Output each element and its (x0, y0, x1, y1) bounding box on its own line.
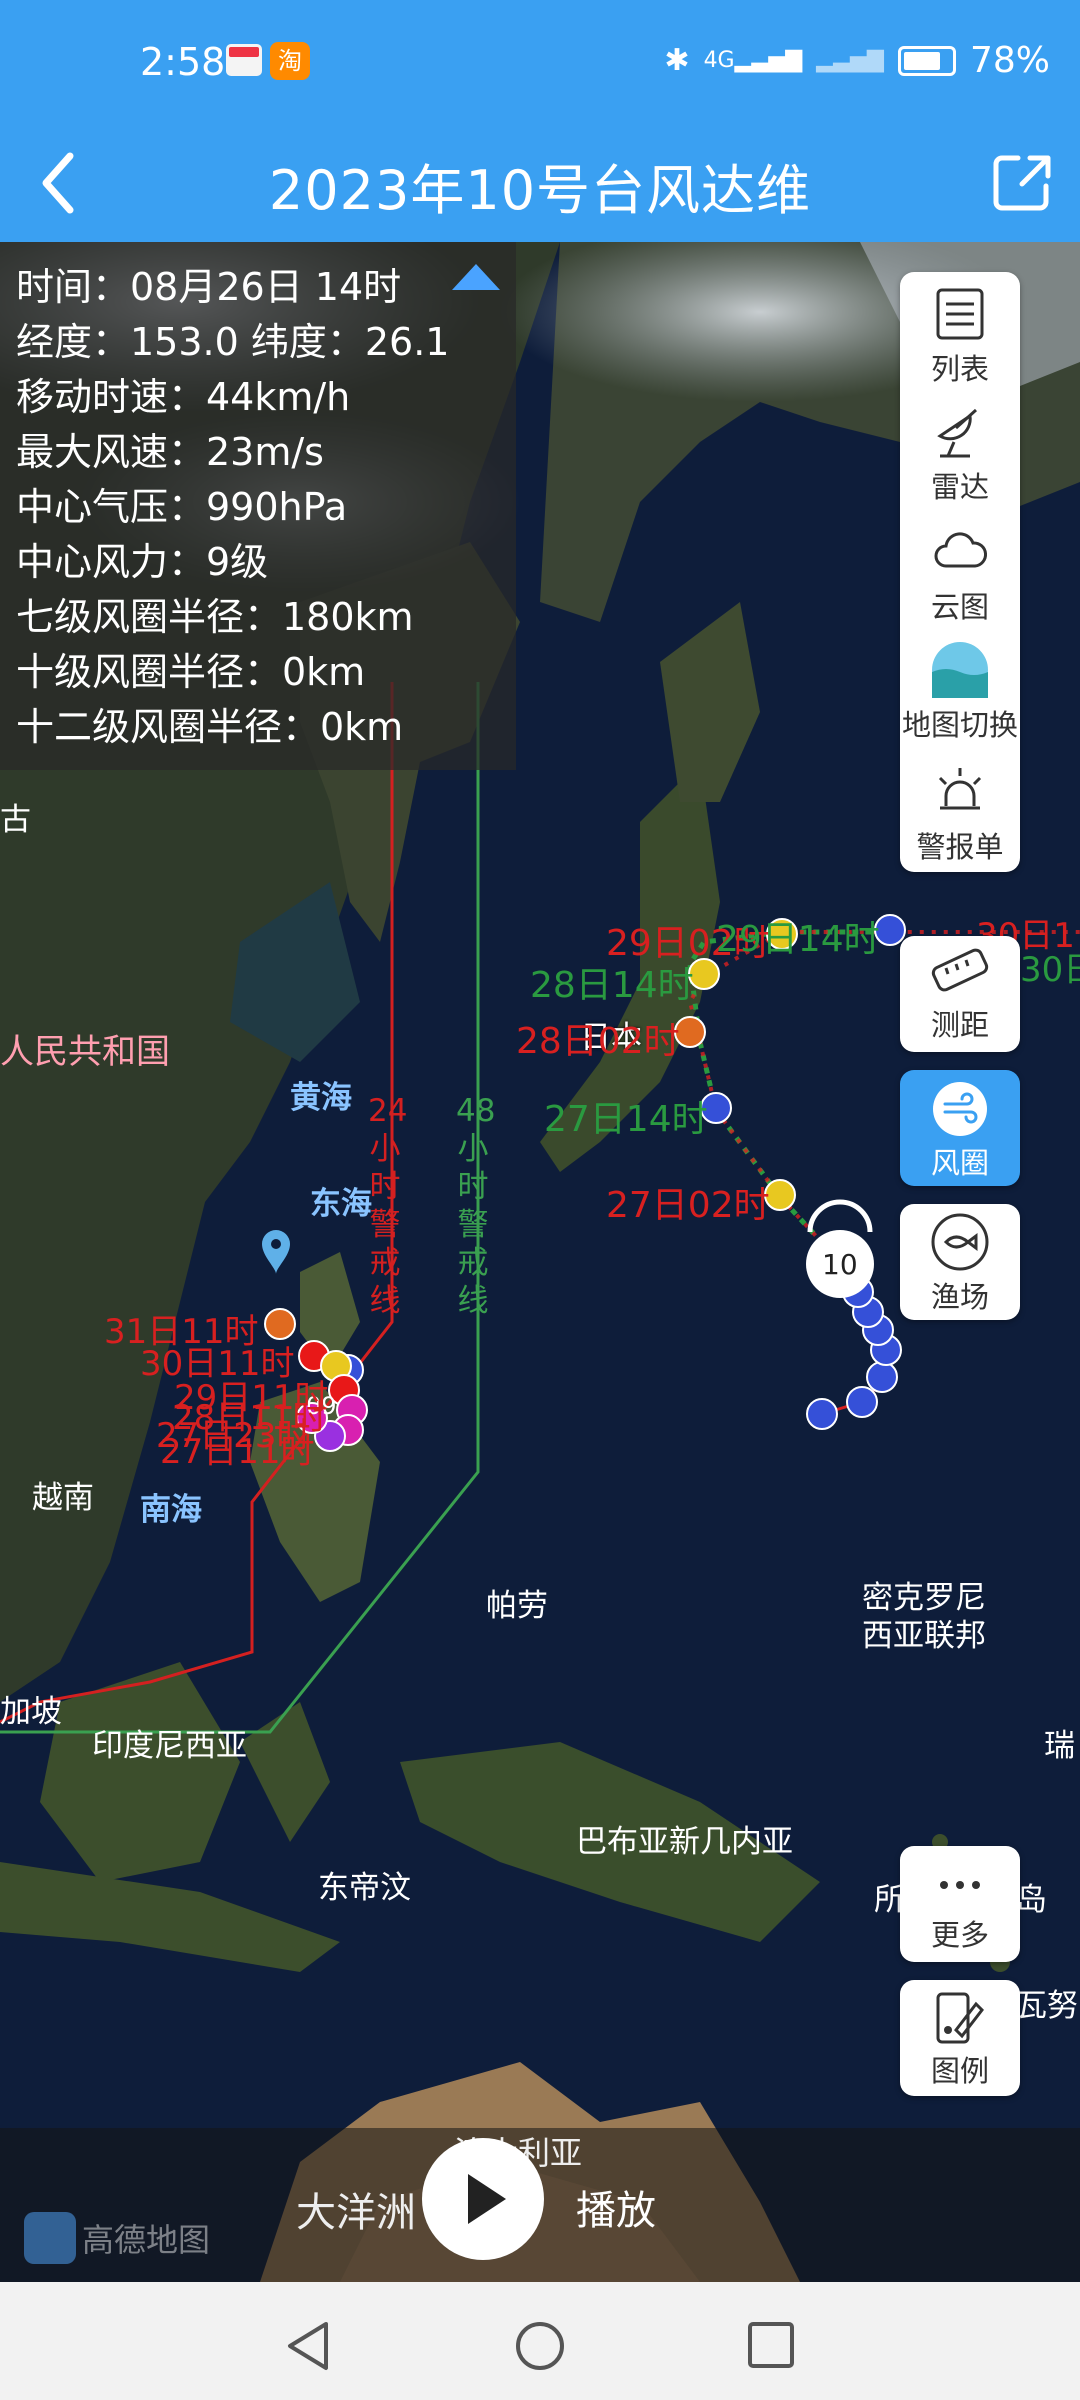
info-wind-force: 中心风力：9级 (16, 540, 269, 584)
fishery-label: 渔场 (930, 1280, 989, 1314)
info-max-wind: 最大风速：23m/s (16, 430, 324, 474)
map-label-mongolia: 古 (0, 802, 31, 838)
map-provider-logo: 高德地图 (24, 2212, 210, 2264)
map-tools-panel: 列表 雷达 云图 地图切换 警报单 (900, 272, 1020, 872)
wind-icon (933, 1082, 987, 1136)
map-label-east-sea: 东海 (310, 1186, 372, 1222)
page-title: 2023年10号台风达维 (268, 159, 812, 222)
legend-icon (936, 1992, 984, 2044)
map-switch-label: 地图切换 (901, 708, 1018, 742)
nav-recents-icon[interactable] (740, 2318, 800, 2374)
play-button[interactable] (422, 2138, 544, 2260)
radar-label: 雷达 (930, 470, 989, 504)
radar-icon (937, 408, 978, 458)
wind-circle-label: 风圈 (930, 1146, 989, 1180)
play-label[interactable]: 播放 (576, 2178, 656, 2236)
typhoon-info-panel: 时间：08月26日 14时 经度：153.0 纬度：26.1 移动时速：44km… (0, 242, 516, 770)
more-label: 更多 (930, 1918, 989, 1952)
legend-button[interactable]: 图例 (900, 1980, 1020, 2096)
map-label-oceania: 大洋洲 (296, 2190, 416, 2236)
cloud-button[interactable]: 云图 (900, 522, 1020, 626)
track-label: 27日14时 (544, 1099, 708, 1140)
map-label-island: 岛 (1016, 1882, 1047, 1918)
map-label-ruirui: 瑞 (1044, 1728, 1075, 1764)
wind-circle-button[interactable]: 风圈 (900, 1070, 1020, 1186)
info-pressure: 中心气压：990hPa (16, 485, 348, 529)
map-label-yellow-sea: 黄海 (290, 1080, 352, 1116)
wind-circle-content: 风圈 (900, 1080, 1020, 1182)
info-position: 经度：153.0 纬度：26.1 (16, 320, 450, 364)
status-time: 2:58 (140, 40, 226, 84)
measure-label: 测距 (930, 1008, 989, 1042)
warning-24h-label: 24小时警戒线 (368, 1093, 408, 1319)
nav-back-icon[interactable] (280, 2318, 340, 2374)
signal-4g-icon: 4G▂▃▅▇ (703, 48, 803, 73)
fishery-button[interactable]: 渔场 (900, 1204, 1020, 1320)
map-label-micronesia-2: 西亚联邦 (862, 1618, 986, 1654)
alarm-light-icon (938, 768, 982, 810)
map-label-china: 人民共和国 (0, 1032, 170, 1072)
nav-home-icon[interactable] (510, 2318, 570, 2374)
track-label: 29日14时 (716, 919, 880, 960)
info-time: 时间：08月26日 14时 (16, 265, 402, 309)
share-icon[interactable] (982, 142, 1062, 222)
map-label-indonesia: 印度尼西亚 (92, 1728, 247, 1764)
map-label-south-sea: 南海 (140, 1492, 202, 1528)
cloud-icon (934, 532, 988, 568)
list-icon (936, 288, 984, 340)
radar-button[interactable]: 雷达 (900, 402, 1020, 506)
map-label-singapore: 加坡 (0, 1694, 62, 1730)
battery-percent: 78% (969, 40, 1050, 81)
map-label-vietnam: 越南 (32, 1480, 94, 1516)
play-bar: 澳大利亚 大洋洲 播放 高德地图 (0, 2128, 1080, 2282)
alert-label: 警报单 (916, 830, 1004, 864)
fishery-content: 渔场 (900, 1212, 1020, 1316)
typhoon-number-label: 10 (822, 1248, 858, 1281)
map-label-vanuatu: 瓦努 (1016, 1988, 1078, 2024)
map-switch-icon (932, 642, 988, 698)
track-label: 28日02时 (516, 1021, 680, 1062)
collapse-arrow-icon[interactable] (452, 264, 500, 290)
measure-content: 测距 (900, 944, 1020, 1044)
list-label: 列表 (930, 352, 989, 386)
battery-icon (897, 45, 956, 76)
more-content: 更多 (900, 1860, 1020, 1954)
more-dots-icon (940, 1881, 980, 1889)
track-label: 30日 (1020, 950, 1080, 990)
map-provider-label: 高德地图 (82, 2221, 211, 2259)
legend-label: 图例 (930, 2054, 989, 2088)
cloud-label: 云图 (930, 590, 989, 624)
info-r12: 十二级风圈半径：0km (16, 705, 404, 749)
map-label-png: 巴布亚新几内亚 (576, 1824, 793, 1860)
legend-content: 图例 (900, 1990, 1020, 2090)
info-r10: 十级风圈半径：0km (16, 650, 366, 694)
more-button[interactable]: 更多 (900, 1846, 1020, 1962)
ruler-icon (931, 948, 989, 992)
track-label: 27日11时 (160, 1432, 315, 1472)
calendar-app-icon (226, 44, 262, 76)
taobao-app-icon: 淘 (270, 42, 310, 80)
warning-48h-label: 48小时警戒线 (456, 1093, 496, 1319)
signal-2-icon: ▂▃▅▇ (816, 48, 884, 73)
track-label: 27日02时 (606, 1185, 770, 1226)
title-bar: 2023年10号台风达维 (0, 130, 1080, 242)
map-label-palau: 帕劳 (486, 1588, 548, 1624)
alert-button[interactable]: 警报单 (900, 762, 1020, 866)
info-r7: 七级风圈半径：180km (16, 595, 414, 639)
map-switch-button[interactable]: 地图切换 (900, 640, 1020, 744)
measure-button[interactable]: 测距 (900, 936, 1020, 1052)
bluetooth-icon: ✱ (664, 43, 690, 78)
list-button[interactable]: 列表 (900, 284, 1020, 388)
gaode-logo-icon (24, 2212, 76, 2264)
info-move-speed: 移动时速：44km/h (16, 375, 351, 419)
status-bar: 2:58 淘 ✱ 4G▂▃▅▇ ▂▃▅▇ 78% (0, 0, 1080, 130)
map-label-timor: 东帝汶 (318, 1870, 411, 1906)
fish-icon (931, 1213, 989, 1271)
status-indicators: ✱ 4G▂▃▅▇ ▂▃▅▇ 78% (664, 40, 1050, 81)
track-label: 28日14时 (530, 965, 694, 1006)
system-nav-bar (0, 2282, 1080, 2400)
